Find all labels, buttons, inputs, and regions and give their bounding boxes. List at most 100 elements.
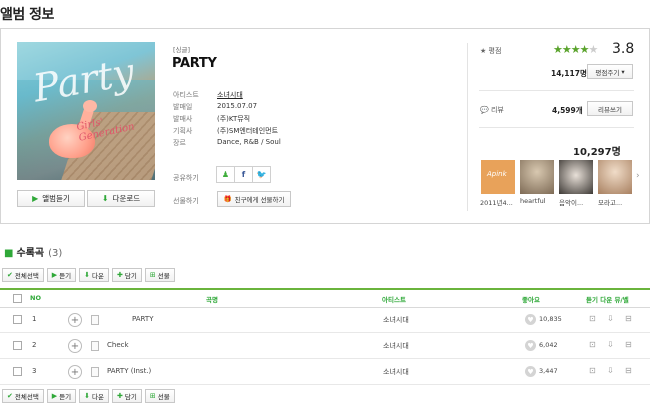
table-row: 1 + PARTY 소녀시대 ♥ 10,835 ⊡ ⇩ ⊟ <box>0 307 650 333</box>
song-info-icon[interactable] <box>91 367 99 377</box>
album-listen-button[interactable]: ▶ 앨범듣기 <box>17 190 85 207</box>
heart-icon[interactable]: ♥ <box>525 314 536 325</box>
tracklist-header: NO 곡명 아티스트 좋아요 듣기 다운 뮤/벨 <box>0 288 650 308</box>
likes-count: 10,297명 <box>573 147 621 158</box>
play-icon: ▶ <box>51 392 58 400</box>
add-track-icon[interactable]: + <box>68 365 82 379</box>
download-icon[interactable]: ⇩ <box>607 314 614 323</box>
play-icon: ▶ <box>51 271 58 279</box>
liker-avatar[interactable] <box>559 160 593 194</box>
chevron-right-icon[interactable]: › <box>636 171 640 181</box>
listen-icon[interactable]: ⊡ <box>589 340 596 349</box>
track-artist[interactable]: 소녀시대 <box>383 367 409 377</box>
select-all-checkbox[interactable] <box>13 294 22 303</box>
rating-label: ★ 평점 <box>480 47 502 55</box>
add-track-icon[interactable]: + <box>68 339 82 353</box>
track-no: 1 <box>32 315 37 323</box>
meta-artist-link[interactable]: 소녀시대 <box>217 90 243 100</box>
track-title[interactable]: Check <box>107 341 129 349</box>
star-empty-icon: ★ <box>588 43 598 56</box>
liker-avatar[interactable] <box>598 160 632 194</box>
tracklist-toolbar-bottom: ✔ 전체선택 ▶ 듣기 ⬇ 다운 ✚ 담기 ⊞ 선물 <box>2 389 175 403</box>
ringtone-icon[interactable]: ⊟ <box>625 314 632 323</box>
add-track-icon[interactable]: + <box>68 313 82 327</box>
tracklist-toolbar-top: ✔ 전체선택 ▶ 듣기 ⬇ 다운 ✚ 담기 ⊞ 선물 <box>2 268 175 282</box>
col-likes: 좋아요 <box>522 296 540 304</box>
play-icon: ▶ <box>32 194 39 203</box>
album-title: PARTY <box>172 56 217 71</box>
add-to-playlist-button[interactable]: ✚ 담기 <box>112 389 142 403</box>
liker-name[interactable]: 음악이... <box>559 197 599 207</box>
download-button[interactable]: ⬇ 다운 <box>79 389 109 403</box>
heart-icon[interactable]: ♥ <box>525 340 536 351</box>
avatar-badge: Apink <box>487 170 507 178</box>
meta-key-release: 발매일 <box>173 103 193 111</box>
gift-icon: 🎁 <box>223 195 232 203</box>
song-info-icon[interactable] <box>91 341 99 351</box>
facebook-share-icon[interactable]: f <box>234 166 253 183</box>
heart-icon[interactable]: ♥ <box>525 366 536 377</box>
download-icon[interactable]: ⇩ <box>607 340 614 349</box>
page-title: 앨범 정보 <box>0 7 54 23</box>
star-icon: ★ <box>480 47 487 55</box>
ringtone-icon[interactable]: ⊟ <box>625 340 632 349</box>
listen-button[interactable]: ▶ 듣기 <box>46 389 77 403</box>
me2day-share-icon[interactable]: ♟ <box>216 166 235 183</box>
liker-name[interactable]: heartful <box>520 197 560 205</box>
download-icon: ⬇ <box>101 194 109 203</box>
twitter-share-icon[interactable]: 🐦 <box>252 166 271 183</box>
download-icon[interactable]: ⇩ <box>607 366 614 375</box>
gift-icon: ⊞ <box>149 392 156 400</box>
rating-value: 3.8 <box>612 41 635 57</box>
ringtone-icon[interactable]: ⊟ <box>625 366 632 375</box>
track-title[interactable]: PARTY (Inst.) <box>107 367 151 375</box>
track-no: 2 <box>32 341 37 349</box>
track-likes: 3,447 <box>539 367 558 375</box>
select-all-button[interactable]: ✔ 전체선택 <box>2 268 44 282</box>
add-to-playlist-button[interactable]: ✚ 담기 <box>112 268 142 282</box>
gift-button[interactable]: ⊞ 선물 <box>144 389 175 403</box>
table-row: 3 + PARTY (Inst.) 소녀시대 ♥ 3,447 ⊡ ⇩ ⊟ <box>0 359 650 385</box>
meta-publisher: (주)KT뮤직 <box>217 115 251 123</box>
select-all-button[interactable]: ✔ 전체선택 <box>2 389 44 403</box>
song-info-icon[interactable] <box>91 315 99 325</box>
track-artist[interactable]: 소녀시대 <box>383 315 409 325</box>
download-button[interactable]: ⬇ 다운 <box>79 268 109 282</box>
divider <box>467 43 468 211</box>
album-type-tag: [싱글] <box>173 46 191 54</box>
rating-count: 14,117명 <box>551 69 587 78</box>
liker-avatar[interactable] <box>520 160 554 194</box>
col-song: 곡명 <box>206 296 218 304</box>
track-likes: 10,835 <box>539 315 562 323</box>
listen-icon[interactable]: ⊡ <box>589 314 596 323</box>
track-artist[interactable]: 소녀시대 <box>383 341 409 351</box>
liker-name[interactable]: 모라고... <box>598 197 638 207</box>
liker-name[interactable]: 2011년4... <box>480 197 520 207</box>
gift-to-friend-button[interactable]: 🎁 친구에게 선물하기 <box>217 191 291 207</box>
divider <box>479 127 634 128</box>
gift-button[interactable]: ⊞ 선물 <box>144 268 175 282</box>
listen-icon[interactable]: ⊡ <box>589 366 596 375</box>
write-review-button[interactable]: 리뷰쓰기 <box>587 101 633 116</box>
share-label: 공유하기 <box>173 174 199 182</box>
row-checkbox[interactable] <box>13 367 22 376</box>
meta-key-publisher: 발매사 <box>173 115 193 123</box>
track-likes: 6,042 <box>539 341 558 349</box>
row-checkbox[interactable] <box>13 341 22 350</box>
table-row: 2 + Check 소녀시대 ♥ 6,042 ⊡ ⇩ ⊟ <box>0 333 650 359</box>
row-checkbox[interactable] <box>13 315 22 324</box>
listen-button[interactable]: ▶ 듣기 <box>46 268 77 282</box>
review-label: 💬 리뷰 <box>480 106 504 114</box>
album-cover[interactable]: Party Girls' Generation <box>17 42 155 180</box>
speech-bubble-icon: 💬 <box>480 106 489 114</box>
download-icon: ⬇ <box>84 271 91 279</box>
liker-avatar[interactable]: Apink <box>481 160 515 194</box>
col-artist: 아티스트 <box>382 296 406 304</box>
tracklist-heading: ■ 수록곡 (3) <box>4 248 63 259</box>
album-download-button[interactable]: ⬇ 다운로드 <box>87 190 155 207</box>
track-title[interactable]: PARTY <box>132 315 153 323</box>
check-icon: ✔ <box>7 392 13 400</box>
divider <box>479 90 634 91</box>
rate-button[interactable]: 평점주기 ▾ <box>587 64 633 79</box>
gift-label: 선물하기 <box>173 197 199 205</box>
